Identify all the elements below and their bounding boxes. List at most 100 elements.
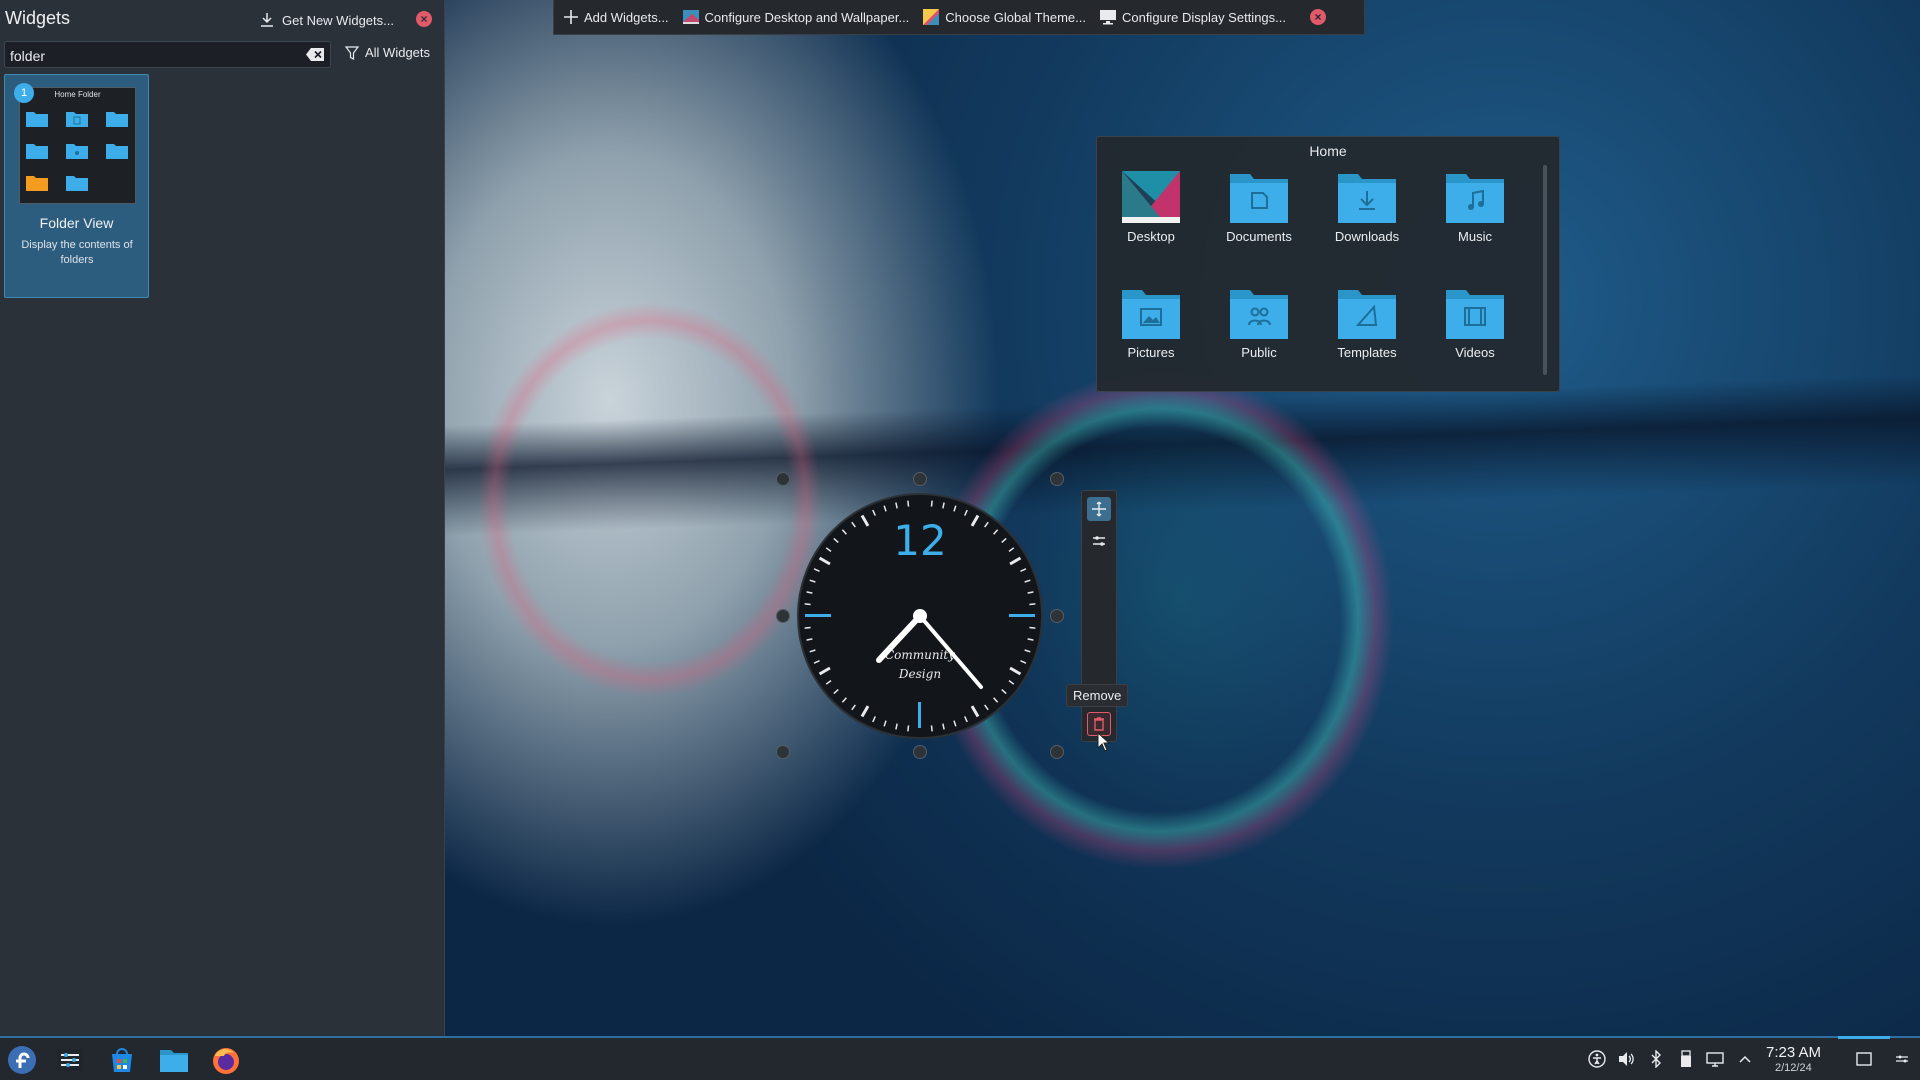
folder-item-templates[interactable]: Templates [1313,287,1421,360]
monitor-icon [1099,10,1116,25]
mini-folder-icon [106,112,128,127]
add-widgets-button[interactable]: Add Widgets... [564,10,669,25]
folder-label: Desktop [1127,229,1175,244]
folder-label: Music [1458,229,1492,244]
discover-store-icon[interactable] [106,1044,138,1076]
videos-folder-icon [1446,290,1504,339]
clock-tick-mark [804,603,811,606]
folder-view-scrollbar[interactable] [1543,165,1547,375]
folder-item-music[interactable]: Music [1421,171,1529,244]
resize-handle[interactable] [776,609,790,623]
close-edit-mode-button[interactable]: × [1310,9,1326,25]
filter-icon [345,45,359,60]
folder-item-documents[interactable]: Documents [1205,171,1313,244]
display-settings-label: Configure Display Settings... [1121,9,1286,25]
configure-desktop-button[interactable]: Configure Desktop and Wallpaper... [682,9,909,25]
resize-handle[interactable] [913,745,927,759]
public-folder-icon [1230,290,1288,339]
desktop-edit-toolbar: Add Widgets... Configure Desktop and Wal… [553,0,1365,35]
mini-folder-icon [26,176,48,191]
panel-configure-icon[interactable] [1893,1050,1911,1068]
global-theme-button[interactable]: Choose Global Theme... [923,9,1086,25]
move-widget-button[interactable] [1087,497,1111,521]
desktop-folder-icon [1122,171,1180,223]
widget-search-field[interactable] [4,41,331,69]
clock-tick-mark [1029,603,1036,606]
display-settings-button[interactable]: Configure Display Settings... [1099,9,1286,25]
file-manager-icon[interactable] [158,1044,190,1076]
folder-label: Public [1241,345,1277,360]
accessibility-tray-icon[interactable] [1588,1050,1606,1068]
taskbar-date[interactable]: 2/12/24 [1775,1062,1812,1074]
folder-item-downloads[interactable]: Downloads [1313,171,1421,244]
clear-text-icon[interactable] [306,48,324,61]
firefox-icon[interactable] [210,1044,242,1076]
folder-label: Templates [1337,345,1397,360]
folder-item-public[interactable]: Public [1205,287,1313,360]
clock-twelve-numeral: 12 [893,516,946,565]
resize-handle[interactable] [1050,609,1064,623]
mini-folder-icon [26,112,48,127]
widget-count-badge: 1 [14,83,34,103]
clock-tick-mark [930,725,933,732]
widget-description: Display the contents of folders [21,239,133,266]
mini-folder-icon [66,176,88,191]
system-settings-icon[interactable] [54,1044,86,1076]
taskbar: 7:23 AM 2/12/24 [0,1036,1920,1080]
plus-icon [564,10,578,24]
close-sidebar-button[interactable]: × [416,11,432,27]
analog-clock-widget[interactable]: 12 Community Design [783,479,1057,753]
resize-handle[interactable] [776,472,790,486]
widget-card-folder-view[interactable]: Home Folder 1 Folder View Display the co… [4,74,149,298]
taskbar-time[interactable]: 7:23 AM [1766,1044,1821,1061]
mini-folder-icon [66,144,88,159]
resize-handle[interactable] [1050,472,1064,486]
volume-icon[interactable] [1617,1050,1635,1068]
get-new-widgets-label: Get New Widgets... [282,12,394,28]
widget-search-input[interactable] [5,42,302,69]
clock-face: 12 Community Design [797,493,1043,739]
clock-tick-mark [804,626,811,629]
settings-sliders-icon [1093,536,1105,546]
mini-folder-icon [106,144,128,159]
active-indicator [1838,1036,1890,1039]
sidebar-title: Widgets [5,8,71,28]
filter-label: All Widgets [365,45,431,60]
widget-preview: Home Folder [19,87,136,204]
resize-handle[interactable] [1050,745,1064,759]
resize-handle[interactable] [776,745,790,759]
remove-tooltip: Remove [1066,684,1129,707]
clock-brand-line2: Design [898,667,941,681]
folder-view-widget[interactable]: Home Desktop Documents Downloads Music P… [1096,136,1560,392]
fedora-launcher-icon[interactable] [6,1044,38,1076]
folder-item-pictures[interactable]: Pictures [1097,287,1205,360]
get-new-widgets-button[interactable]: Get New Widgets... [260,9,394,31]
clock-tick-mark [930,500,933,507]
chevron-up-icon[interactable] [1736,1050,1754,1068]
folder-label: Pictures [1127,345,1175,360]
network-icon[interactable] [1706,1050,1724,1068]
global-theme-label: Choose Global Theme... [945,9,1086,25]
folder-item-videos[interactable]: Videos [1421,287,1529,360]
pictures-folder-icon [1122,290,1180,339]
move-icon [1092,501,1106,517]
folder-item-desktop[interactable]: Desktop [1097,171,1205,244]
wallpaper-icon [682,10,699,24]
filter-dropdown[interactable]: All Widgets [345,45,430,60]
clock-center-pin [913,609,927,623]
folder-label: Videos [1455,345,1495,360]
bluetooth-icon[interactable] [1647,1050,1665,1068]
clock-tick-mark [907,500,910,507]
configure-widget-button[interactable] [1087,529,1111,553]
downloads-folder-icon [1338,174,1396,223]
music-folder-icon [1446,174,1504,223]
show-desktop-icon[interactable] [1855,1050,1873,1068]
removable-device-icon[interactable] [1677,1050,1695,1068]
folder-label: Downloads [1334,229,1400,244]
widgets-sidebar: Widgets Get New Widgets... × All Widgets… [0,0,445,1036]
templates-folder-icon [1338,290,1396,339]
theme-icon [923,9,940,25]
resize-handle[interactable] [913,472,927,486]
clock-tick-mark [1029,626,1036,629]
clock-tick-mark [907,725,910,732]
